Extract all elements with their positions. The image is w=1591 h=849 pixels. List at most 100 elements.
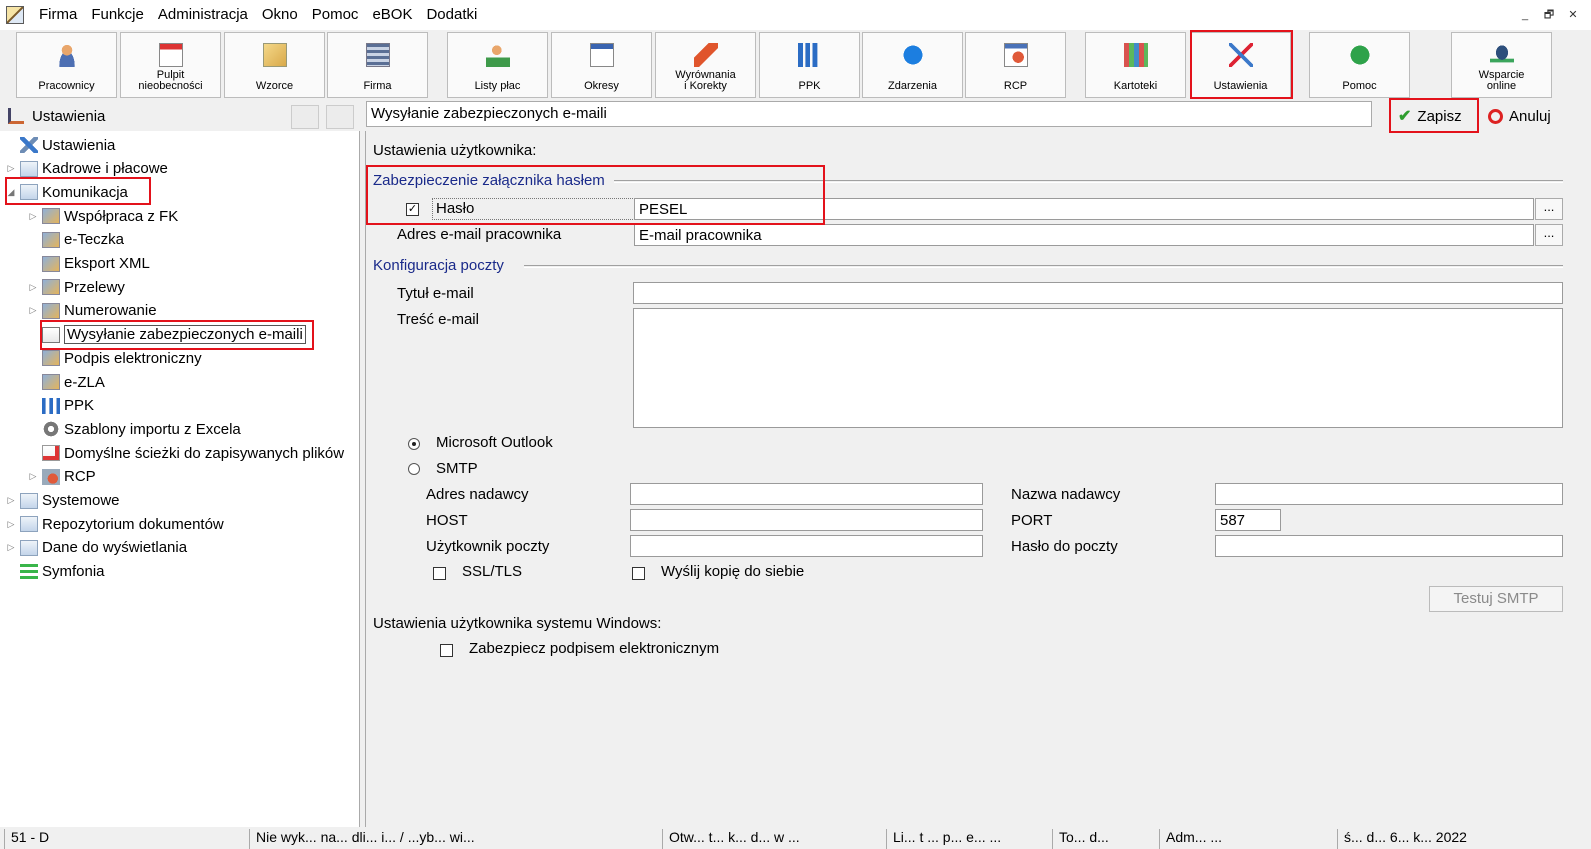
menu-okno[interactable]: Okno (255, 0, 305, 30)
clock-icon (1003, 43, 1028, 67)
toolbar-button-ppk[interactable]: PPK (759, 32, 860, 98)
folder-add-button[interactable] (291, 105, 319, 129)
sender-address-input[interactable] (630, 483, 983, 505)
tree-item[interactable]: ▷ Przelewy (26, 275, 125, 299)
password-browse-button[interactable]: ... (1535, 198, 1563, 220)
expand-arrow-icon[interactable]: ▷ (4, 495, 18, 506)
minimize-icon[interactable]: _ (1515, 6, 1535, 24)
body-textarea[interactable] (633, 308, 1563, 428)
tree-item[interactable]: e-Teczka (26, 228, 124, 252)
expand-arrow-icon[interactable]: ▷ (26, 282, 40, 293)
port-input[interactable]: 587 (1215, 509, 1281, 531)
close-icon[interactable]: ✕ (1563, 6, 1583, 24)
app-icon[interactable] (6, 6, 24, 24)
expand-arrow-icon[interactable]: ◢ (4, 187, 18, 198)
toolbar-button-wzorce[interactable]: Wzorce (224, 32, 325, 98)
toolbar-button-label: RCP (1003, 80, 1028, 92)
password-field[interactable]: PESEL (634, 198, 1534, 220)
toolbar-button-firma[interactable]: Firma (327, 32, 428, 98)
menu-funkcje[interactable]: Funkcje (84, 0, 151, 30)
tree-item-label: Kadrowe i płacowe (42, 160, 168, 178)
menu-dodatki[interactable]: Dodatki (419, 0, 484, 30)
mail-password-input[interactable] (1215, 535, 1563, 557)
email-browse-button[interactable]: ... (1535, 224, 1563, 246)
ezla-icon (42, 374, 60, 390)
ppk-icon (42, 397, 60, 414)
expand-arrow-icon[interactable]: ▷ (4, 519, 18, 530)
tree-item[interactable]: e-ZLA (26, 370, 105, 394)
tree-item[interactable]: Szablony importu z Excela (26, 417, 241, 441)
toolbar-button-pulpit[interactable]: Pulpit nieobecności (120, 32, 221, 98)
tree-item-label: Repozytorium dokumentów (42, 515, 224, 533)
toolbar-button-okresy[interactable]: Okresy (551, 32, 652, 98)
toolbar-button-kartoteki[interactable]: Kartoteki (1085, 32, 1186, 98)
tree-item[interactable]: Ustawienia (4, 133, 115, 157)
copy-self-checkbox[interactable] (632, 567, 645, 580)
tree-item[interactable]: Podpis elektroniczny (26, 346, 202, 370)
menu-firma[interactable]: Firma (32, 0, 84, 30)
email-field[interactable]: E-mail pracownika (634, 224, 1534, 246)
secure-mail-icon (42, 326, 60, 343)
tree-item-label: Numerowanie (64, 302, 157, 320)
tree-item[interactable]: Domyślne ścieżki do zapisywanych plików (26, 441, 344, 465)
outlook-radio[interactable] (408, 438, 420, 450)
toolbar-button-wyrównania[interactable]: Wyrównania i Korekty (655, 32, 756, 98)
subject-input[interactable] (633, 282, 1563, 304)
toolbar-button-pomoc[interactable]: Pomoc (1309, 32, 1410, 98)
save-button[interactable]: ✔ Zapisz (1390, 103, 1475, 129)
mail-user-input[interactable] (630, 535, 983, 557)
toolbar-button-label: Listy płac (474, 80, 521, 92)
test-smtp-button[interactable]: Testuj SMTP (1429, 586, 1563, 612)
toolbar-button-rcp[interactable]: RCP (965, 32, 1066, 98)
tree-item[interactable]: ▷ Dane do wyświetlania (4, 536, 188, 560)
sender-name-input[interactable] (1215, 483, 1563, 505)
tree-item[interactable]: ▷ RCP (26, 465, 96, 489)
password-checkbox[interactable]: ✓ (406, 203, 419, 216)
cancel-button[interactable]: Anuluj (1480, 103, 1570, 129)
toolbar-button-label: Pracownicy (38, 80, 95, 92)
tree-item[interactable]: Eksport XML (26, 252, 150, 276)
eteczka-icon (42, 231, 60, 248)
tree-item[interactable]: ◢ Komunikacja (4, 180, 128, 204)
tree-item[interactable]: ▷ Systemowe (4, 489, 120, 513)
user-icon (54, 43, 79, 67)
tree-item[interactable]: ▷ Numerowanie (26, 299, 157, 323)
menu-administracja[interactable]: Administracja (151, 0, 255, 30)
toolbar-button-listy-płac[interactable]: Listy płac (447, 32, 548, 98)
folder-icon (20, 492, 38, 509)
toolbar-button-wsparcie[interactable]: Wsparcie online (1451, 32, 1552, 98)
menu-pomoc[interactable]: Pomoc (305, 0, 366, 30)
host-label: HOST (426, 512, 468, 529)
tree-item[interactable]: Wysyłanie zabezpieczonych e-maili (26, 323, 306, 347)
sender-address-label: Adres nadawcy (426, 486, 529, 503)
tree-item-label: Eksport XML (64, 255, 150, 272)
menu-ebok[interactable]: eBOK (365, 0, 419, 30)
folder-edit-button[interactable] (326, 105, 354, 129)
check-icon: ✓ (407, 203, 418, 215)
toolbar-button-pracownicy[interactable]: Pracownicy (16, 32, 117, 98)
tree-item[interactable]: Symfonia (4, 560, 105, 584)
folder-icon (20, 516, 38, 533)
expand-arrow-icon[interactable]: ▷ (4, 163, 18, 174)
tree-item-label: e-ZLA (64, 373, 105, 391)
tree-item[interactable]: ▷ Współpraca z FK (26, 204, 179, 228)
smtp-radio[interactable] (408, 463, 420, 475)
restore-icon[interactable]: 🗗 (1539, 6, 1559, 24)
expand-arrow-icon[interactable]: ▷ (26, 305, 40, 316)
expand-arrow-icon[interactable]: ▷ (4, 542, 18, 553)
expand-arrow-icon[interactable]: ▷ (26, 211, 40, 222)
fk-icon (42, 208, 60, 225)
toolbar-button-zdarzenia[interactable]: Zdarzenia (862, 32, 963, 98)
mail-user-label: Użytkownik poczty (426, 538, 550, 555)
xml-icon (42, 255, 60, 272)
host-input[interactable] (630, 509, 983, 531)
tree-item-label: Szablony importu z Excela (64, 420, 241, 438)
tree-item-label: Przelewy (64, 278, 125, 296)
sign-checkbox[interactable] (440, 644, 453, 657)
tree-item[interactable]: PPK (26, 394, 94, 418)
expand-arrow-icon[interactable]: ▷ (26, 471, 40, 482)
tree-item[interactable]: ▷ Repozytorium dokumentów (4, 512, 224, 536)
tree-item[interactable]: ▷ Kadrowe i płacowe (4, 157, 168, 181)
ssl-checkbox[interactable] (433, 567, 446, 580)
toolbar-button-ustawienia[interactable]: Ustawienia (1190, 32, 1291, 98)
